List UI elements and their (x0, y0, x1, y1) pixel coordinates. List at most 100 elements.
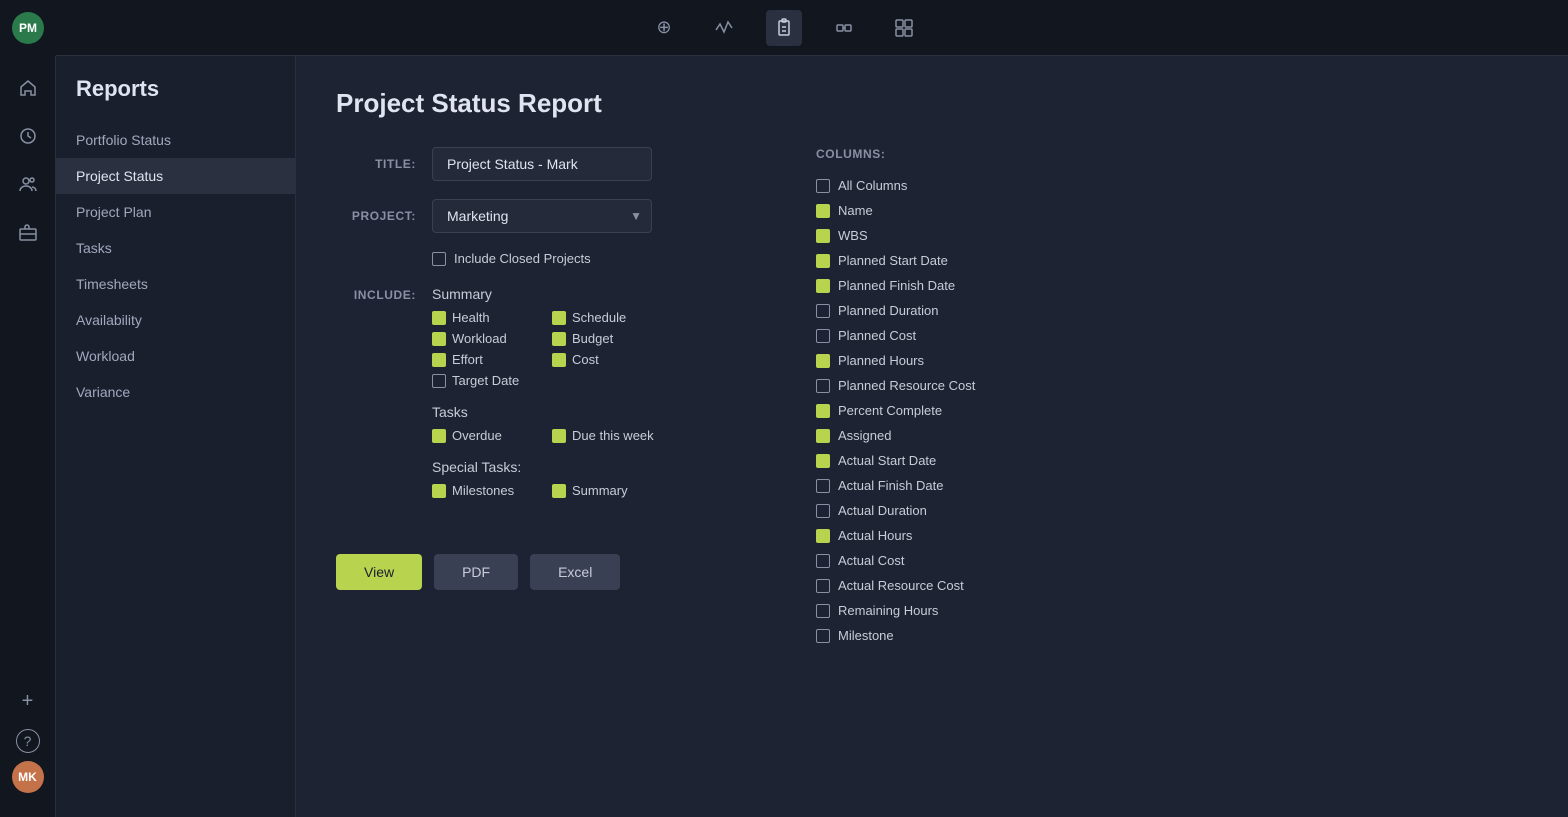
cost-checkbox[interactable] (552, 353, 566, 367)
col-remaining-hours[interactable]: Remaining Hours (816, 598, 1520, 623)
planned-resource-cost-checkbox[interactable] (816, 379, 830, 393)
milestones-checkbox[interactable] (432, 484, 446, 498)
name-checkbox[interactable] (816, 204, 830, 218)
col-actual-finish-date[interactable]: Actual Finish Date (816, 473, 1520, 498)
clock-icon[interactable] (8, 116, 48, 156)
columns-label: COLUMNS: (816, 147, 1528, 161)
col-complete[interactable]: Complete (816, 648, 1520, 653)
col-assigned[interactable]: Assigned (816, 423, 1520, 448)
summary-title: Summary (432, 286, 756, 302)
effort-checkbox[interactable] (432, 353, 446, 367)
actual-cost-checkbox[interactable] (816, 554, 830, 568)
project-select-wrapper: Marketing Development Sales HR ▼ (432, 199, 652, 233)
tasks-title: Tasks (432, 404, 756, 420)
special-tasks-title: Special Tasks: (432, 459, 756, 475)
actual-duration-checkbox[interactable] (816, 504, 830, 518)
milestone-label: Milestone (838, 628, 894, 643)
cb-workload[interactable]: Workload (432, 331, 532, 346)
planned-duration-checkbox[interactable] (816, 304, 830, 318)
col-actual-start-date[interactable]: Actual Start Date (816, 448, 1520, 473)
planned-start-date-checkbox[interactable] (816, 254, 830, 268)
overdue-checkbox[interactable] (432, 429, 446, 443)
percent-complete-checkbox[interactable] (816, 404, 830, 418)
col-actual-resource-cost[interactable]: Actual Resource Cost (816, 573, 1520, 598)
all-columns-label: All Columns (838, 178, 907, 193)
actual-finish-date-label: Actual Finish Date (838, 478, 944, 493)
col-planned-start-date[interactable]: Planned Start Date (816, 248, 1520, 273)
sidebar-item-timesheets[interactable]: Timesheets (56, 266, 295, 302)
sidebar-item-tasks[interactable]: Tasks (56, 230, 295, 266)
effort-label: Effort (452, 352, 483, 367)
help-icon[interactable]: ? (16, 729, 40, 753)
sidebar-item-project-status[interactable]: Project Status (56, 158, 295, 194)
cb-overdue[interactable]: Overdue (432, 428, 532, 443)
assigned-checkbox[interactable] (816, 429, 830, 443)
col-planned-hours[interactable]: Planned Hours (816, 348, 1520, 373)
all-columns-checkbox[interactable] (816, 179, 830, 193)
due-this-week-checkbox[interactable] (552, 429, 566, 443)
schedule-checkbox[interactable] (552, 311, 566, 325)
icon-bar: + ? MK (0, 56, 56, 817)
home-icon[interactable] (8, 68, 48, 108)
actual-resource-cost-checkbox[interactable] (816, 579, 830, 593)
col-percent-complete[interactable]: Percent Complete (816, 398, 1520, 423)
actual-start-date-checkbox[interactable] (816, 454, 830, 468)
actual-hours-checkbox[interactable] (816, 529, 830, 543)
link-icon[interactable] (826, 10, 862, 46)
activity-icon[interactable] (706, 10, 742, 46)
target-date-checkbox[interactable] (432, 374, 446, 388)
sidebar-item-workload[interactable]: Workload (56, 338, 295, 374)
planned-hours-checkbox[interactable] (816, 354, 830, 368)
briefcase-icon[interactable] (8, 212, 48, 252)
planned-cost-checkbox[interactable] (816, 329, 830, 343)
cb-cost[interactable]: Cost (552, 352, 652, 367)
layout-icon[interactable] (886, 10, 922, 46)
sidebar-item-variance[interactable]: Variance (56, 374, 295, 410)
excel-button[interactable]: Excel (530, 554, 620, 590)
cb-summary[interactable]: Summary (552, 483, 652, 498)
col-wbs[interactable]: WBS (816, 223, 1520, 248)
planned-resource-cost-label: Planned Resource Cost (838, 378, 975, 393)
budget-checkbox[interactable] (552, 332, 566, 346)
col-planned-resource-cost[interactable]: Planned Resource Cost (816, 373, 1520, 398)
cb-schedule[interactable]: Schedule (552, 310, 652, 325)
col-planned-cost[interactable]: Planned Cost (816, 323, 1520, 348)
sidebar-item-project-plan[interactable]: Project Plan (56, 194, 295, 230)
cb-target-date[interactable]: Target Date (432, 373, 532, 388)
planned-finish-date-checkbox[interactable] (816, 279, 830, 293)
wbs-checkbox[interactable] (816, 229, 830, 243)
search-zoom-icon[interactable]: ⊕ (646, 10, 682, 46)
cb-milestones[interactable]: Milestones (432, 483, 532, 498)
col-actual-cost[interactable]: Actual Cost (816, 548, 1520, 573)
workload-checkbox[interactable] (432, 332, 446, 346)
users-icon[interactable] (8, 164, 48, 204)
pdf-button[interactable]: PDF (434, 554, 518, 590)
cb-health[interactable]: Health (432, 310, 532, 325)
cb-budget[interactable]: Budget (552, 331, 652, 346)
form-grid: TITLE: PROJECT: Marketing Development Sa… (336, 147, 1528, 653)
col-milestone[interactable]: Milestone (816, 623, 1520, 648)
health-checkbox[interactable] (432, 311, 446, 325)
project-select[interactable]: Marketing Development Sales HR (432, 199, 652, 233)
tasks-subsection: Tasks Overdue Due this week (432, 404, 756, 443)
title-input[interactable] (432, 147, 652, 181)
cb-effort[interactable]: Effort (432, 352, 532, 367)
summary-checkbox[interactable] (552, 484, 566, 498)
avatar[interactable]: MK (12, 761, 44, 793)
add-icon[interactable]: + (8, 681, 48, 721)
clipboard-icon[interactable] (766, 10, 802, 46)
col-name[interactable]: Name (816, 198, 1520, 223)
view-button[interactable]: View (336, 554, 422, 590)
remaining-hours-checkbox[interactable] (816, 604, 830, 618)
sidebar-item-availability[interactable]: Availability (56, 302, 295, 338)
col-actual-duration[interactable]: Actual Duration (816, 498, 1520, 523)
include-closed-checkbox[interactable] (432, 252, 446, 266)
milestone-checkbox[interactable] (816, 629, 830, 643)
col-all-columns[interactable]: All Columns (816, 173, 1520, 198)
cb-due-this-week[interactable]: Due this week (552, 428, 654, 443)
col-planned-duration[interactable]: Planned Duration (816, 298, 1520, 323)
sidebar-item-portfolio-status[interactable]: Portfolio Status (56, 122, 295, 158)
col-actual-hours[interactable]: Actual Hours (816, 523, 1520, 548)
actual-finish-date-checkbox[interactable] (816, 479, 830, 493)
col-planned-finish-date[interactable]: Planned Finish Date (816, 273, 1520, 298)
